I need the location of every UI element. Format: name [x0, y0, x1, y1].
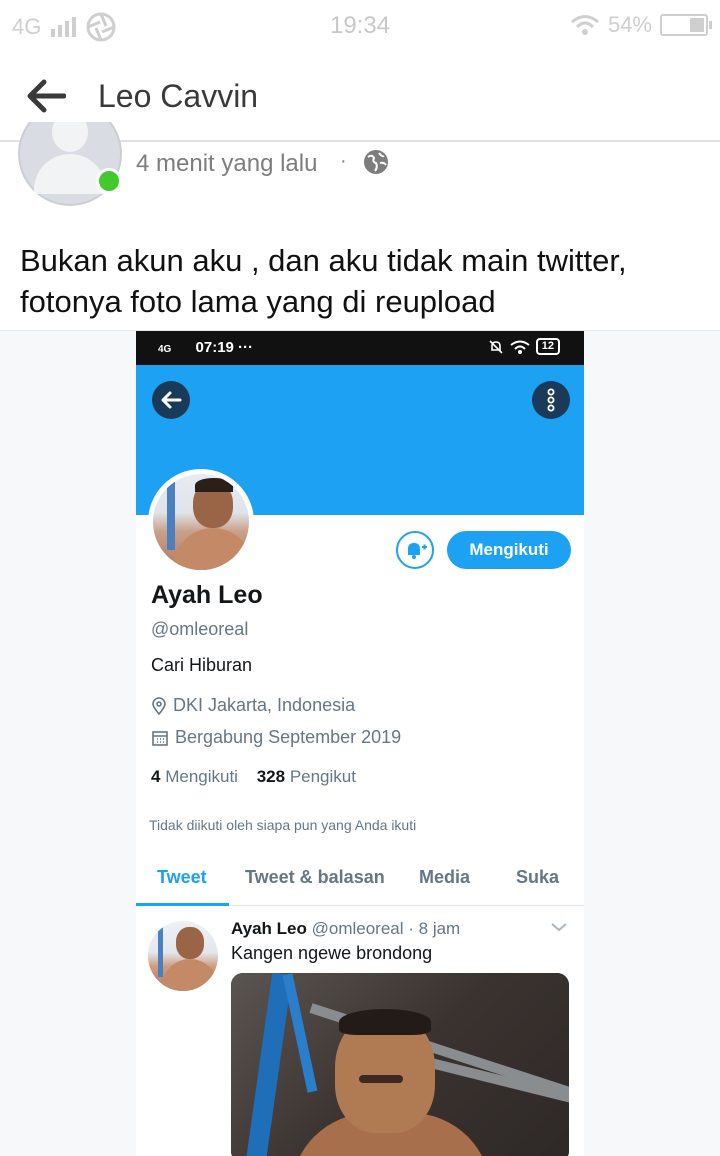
tab-tweet[interactable]: Tweet	[157, 867, 207, 888]
notification-bell-button[interactable]	[396, 531, 434, 569]
tweet-photo[interactable]	[231, 973, 569, 1156]
location-pin-icon	[152, 696, 166, 715]
tweet-author: Ayah Leo	[231, 919, 307, 938]
profile-avatar[interactable]	[148, 469, 254, 575]
separator-dot: ·	[340, 150, 347, 172]
tweet-header: Ayah Leo @omleoreal · 8 jam	[231, 919, 460, 939]
profile-tabs: Tweet Tweet & balasan Media Suka	[136, 851, 584, 906]
more-options-button[interactable]	[532, 381, 570, 419]
screenshot-battery: 12	[535, 338, 560, 355]
page-title: Leo Cavvin	[98, 78, 259, 114]
post-image[interactable]: 4G 07:19 ··· 12 Mengikuti Ayah Leo @omle…	[0, 330, 720, 1156]
following-stat[interactable]: 4 Mengikuti	[151, 767, 238, 786]
profile-joined: Bergabung September 2019	[151, 727, 401, 748]
followers-count: 328	[256, 767, 286, 786]
back-arrow-icon[interactable]	[26, 78, 66, 114]
more-vertical-icon	[547, 388, 555, 412]
calendar-icon	[152, 730, 168, 746]
profile-location: DKI Jakarta, Indonesia	[151, 695, 355, 716]
tab-likes[interactable]: Suka	[516, 867, 559, 888]
bell-muted-icon	[489, 339, 503, 354]
followers-label: Pengikut	[289, 767, 356, 786]
chevron-down-icon[interactable]	[550, 921, 568, 933]
wifi-icon	[570, 15, 599, 35]
following-button[interactable]: Mengikuti	[447, 531, 571, 569]
profile-name: Ayah Leo	[151, 581, 263, 609]
profile-bio: Cari Hiburan	[151, 655, 253, 675]
back-arrow-icon	[161, 391, 182, 409]
battery-percent: 54%	[607, 12, 652, 37]
online-status-dot	[96, 168, 122, 194]
screenshot-status-bar: 4G 07:19 ··· 12	[136, 331, 584, 365]
screenshot-back-button[interactable]	[152, 381, 190, 419]
screenshot-network: 4G	[158, 344, 172, 355]
joined-text: Bergabung September 2019	[175, 727, 402, 747]
following-label: Mengikuti	[165, 767, 238, 786]
following-count: 4	[151, 767, 161, 786]
location-text: DKI Jakarta, Indonesia	[173, 695, 356, 715]
profile-handle: @omleoreal	[151, 619, 249, 639]
tab-tweet-replies[interactable]: Tweet & balasan	[245, 867, 385, 888]
screenshot-time: 07:19 ···	[195, 339, 254, 356]
bell-plus-icon	[408, 543, 427, 559]
followers-stat[interactable]: 328 Pengikut	[257, 767, 356, 786]
tweet-item[interactable]: Ayah Leo @omleoreal · 8 jam Kangen ngewe…	[136, 907, 584, 1156]
tweet-meta: @omleoreal · 8 jam	[311, 919, 461, 938]
post-text: Bukan akun aku , dan aku tidak main twit…	[20, 243, 627, 319]
tweet-avatar[interactable]	[148, 921, 218, 991]
tab-media[interactable]: Media	[419, 867, 470, 888]
screenshot-wifi-icon	[510, 340, 530, 354]
status-right: 54%	[570, 12, 712, 38]
twitter-screenshot: 4G 07:19 ··· 12 Mengikuti Ayah Leo @omle…	[136, 331, 584, 1156]
screenshot-status-left: 4G 07:19 ···	[158, 339, 253, 356]
screenshot-status-right: 12	[488, 338, 560, 355]
battery-icon	[660, 14, 712, 36]
follow-counts: 4 Mengikuti 328 Pengikut	[151, 767, 356, 787]
not-followed-note: Tidak diikuti oleh siapa pun yang Anda i…	[149, 817, 417, 833]
tweet-text: Kangen ngewe brondong	[231, 943, 433, 963]
post-timestamp: 4 menit yang lalu	[136, 150, 318, 177]
status-bar: 4G 19:34 54%	[0, 0, 720, 50]
active-tab-indicator	[136, 903, 229, 906]
globe-icon	[364, 150, 388, 174]
